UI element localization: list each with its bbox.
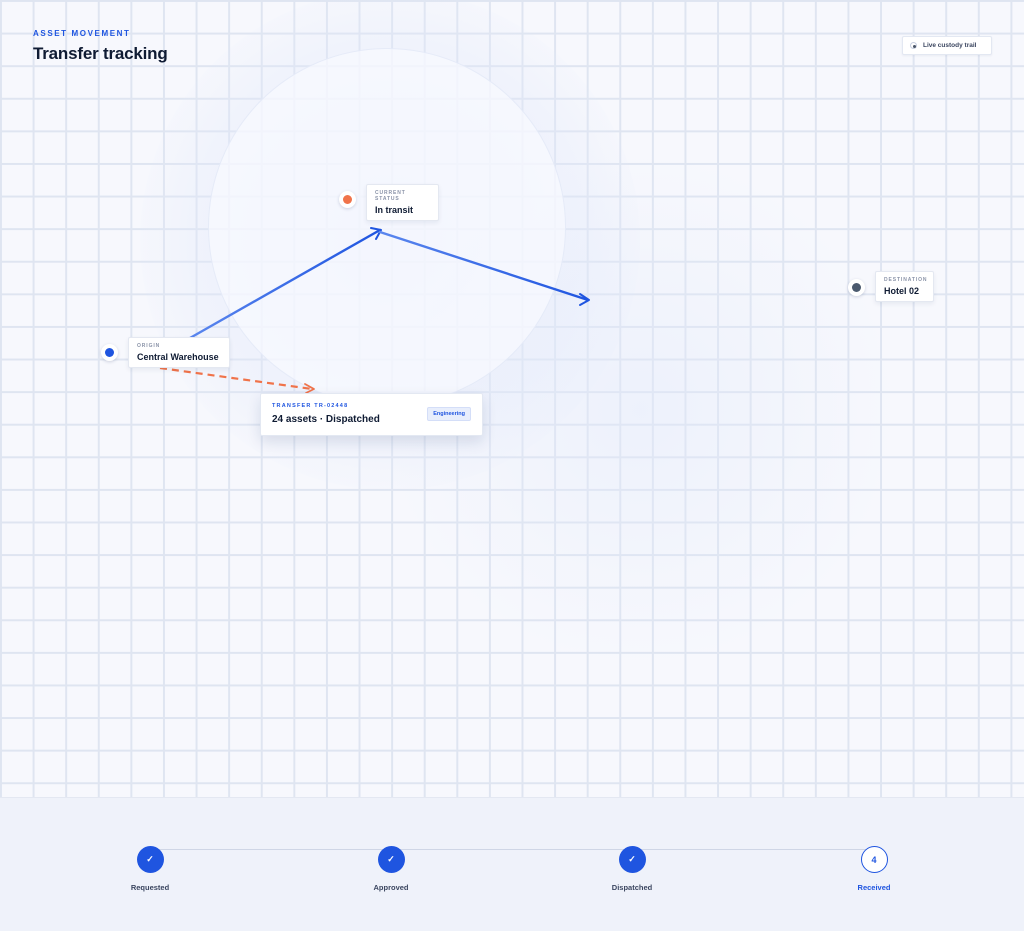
page-title: Transfer tracking: [33, 44, 168, 63]
destination-name: Hotel 02: [884, 286, 920, 296]
origin-marker[interactable]: [101, 344, 118, 361]
check-icon: ✓: [136, 846, 164, 873]
check-icon: ✓: [377, 846, 405, 873]
step-number: 4: [860, 846, 888, 873]
progress-track: [150, 849, 874, 850]
route-origin-to-current: [188, 228, 382, 340]
step-label: Requested: [130, 883, 170, 892]
step-received[interactable]: 4 Received: [819, 846, 929, 892]
step-label: Dispatched: [611, 883, 653, 892]
route-layer: [159, 227, 590, 394]
origin-caption: ORIGIN: [137, 343, 161, 349]
current-status-marker[interactable]: [339, 191, 356, 208]
step-label: Received: [857, 883, 891, 892]
route-current-to-next: [378, 230, 590, 302]
step-approved[interactable]: ✓ Approved: [336, 846, 446, 892]
step-requested[interactable]: ✓ Requested: [95, 846, 205, 892]
origin-card[interactable]: ORIGIN Central Warehouse: [128, 337, 230, 368]
check-icon: ✓: [618, 846, 646, 873]
progress-stepper: ✓ Requested ✓ Approved ✓ Dispatched 4 Re…: [0, 797, 1024, 931]
radio-dot-icon: [910, 42, 917, 49]
origin-name: Central Warehouse: [137, 352, 219, 362]
transfer-card[interactable]: TRANSFER TR-02448 24 assets · Dispatched…: [260, 393, 483, 436]
map-canvas[interactable]: ORIGIN Central Warehouse CURRENT STATUS …: [0, 0, 1024, 797]
live-custody-trail-label: Live custody trail: [923, 42, 977, 49]
current-status-card[interactable]: CURRENT STATUS In transit: [366, 184, 439, 221]
destination-card[interactable]: DESTINATION Hotel 02: [875, 271, 934, 302]
page-header: ASSET MOVEMENT Transfer tracking: [33, 29, 168, 64]
department-tag: Engineering: [427, 407, 471, 421]
current-status-value: In transit: [375, 205, 414, 215]
route-dashed-dispatch: [159, 366, 313, 391]
destination-caption: DESTINATION: [884, 277, 928, 283]
live-custody-trail-toggle[interactable]: Live custody trail: [902, 36, 992, 55]
step-dispatched[interactable]: ✓ Dispatched: [577, 846, 687, 892]
current-status-caption: CURRENT STATUS: [375, 190, 406, 202]
destination-marker[interactable]: [848, 279, 865, 296]
step-label: Approved: [373, 883, 409, 892]
page-eyebrow: ASSET MOVEMENT: [33, 29, 131, 38]
